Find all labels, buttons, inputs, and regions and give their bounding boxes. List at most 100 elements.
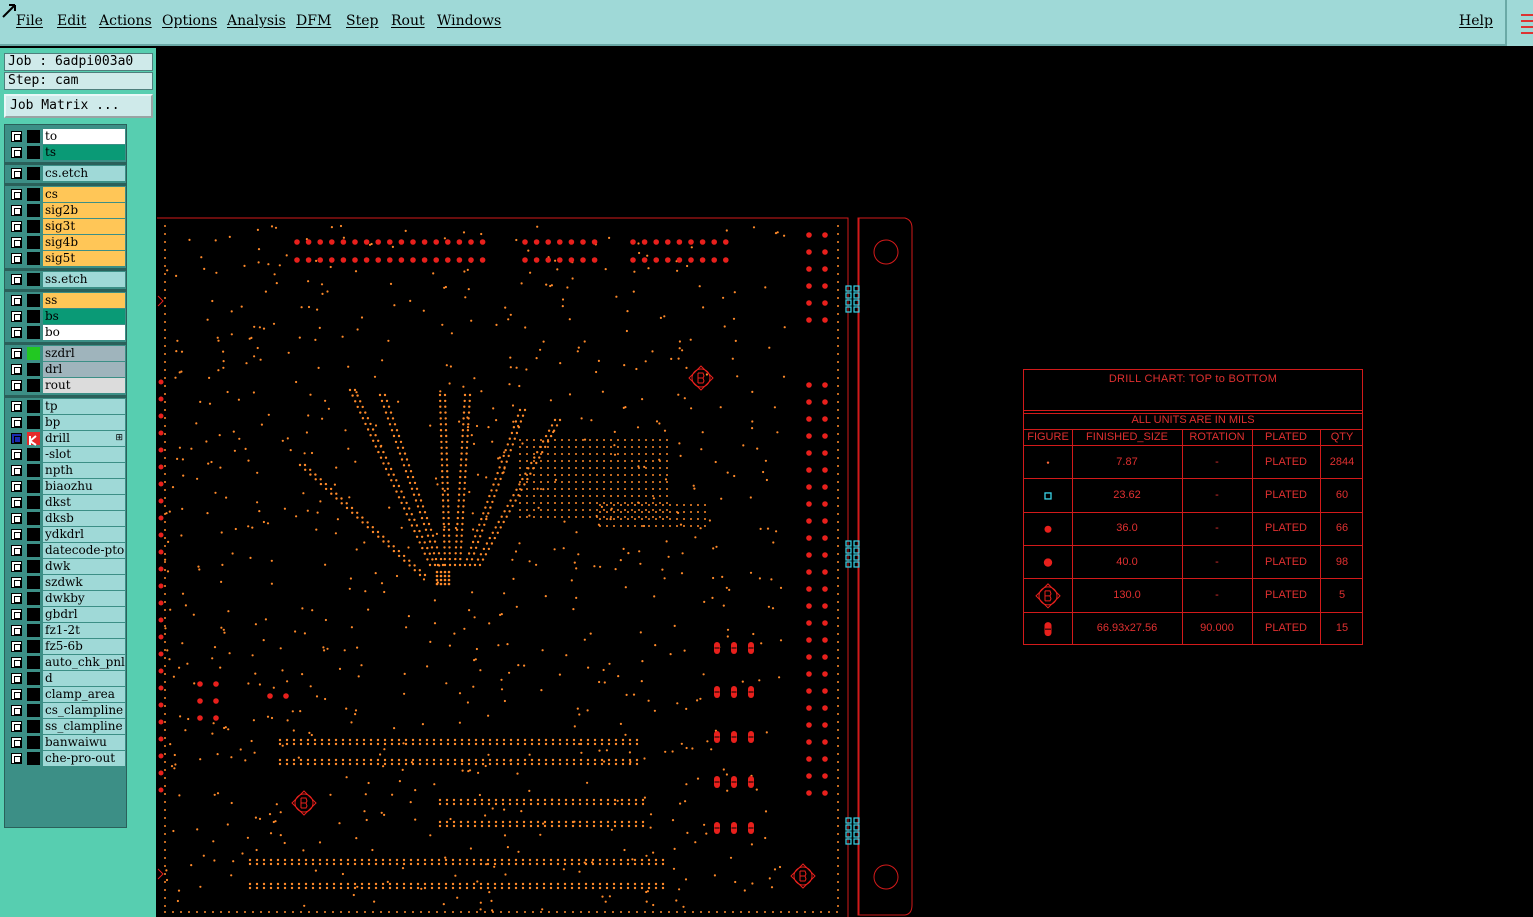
layer-row[interactable]: -slot	[7, 447, 126, 462]
layer-row[interactable]: ydkdrl	[7, 527, 126, 542]
menu-analysis[interactable]: Analysis	[227, 13, 286, 29]
layer-row[interactable]: sig2b	[7, 203, 126, 218]
layer-indicator[interactable]	[27, 752, 40, 765]
layer-indicator[interactable]	[27, 310, 40, 323]
layer-row[interactable]: ss_clampline	[7, 719, 126, 734]
layer-checkbox[interactable]	[11, 577, 22, 588]
layer-indicator[interactable]	[27, 640, 40, 653]
layer-indicator[interactable]	[27, 464, 40, 477]
layer-name[interactable]: fz5-6b	[43, 639, 125, 654]
layer-checkbox[interactable]	[11, 481, 22, 492]
layer-indicator[interactable]	[27, 560, 40, 573]
layer-checkbox[interactable]	[11, 417, 22, 428]
layer-indicator[interactable]	[27, 720, 40, 733]
layer-checkbox[interactable]	[11, 449, 22, 460]
layer-name[interactable]: tp	[43, 399, 125, 414]
layer-indicator[interactable]	[27, 294, 40, 307]
layer-row[interactable]: drl	[7, 362, 126, 377]
layer-name[interactable]: ts	[43, 145, 125, 160]
layer-checkbox[interactable]	[11, 205, 22, 216]
layer-indicator[interactable]	[27, 400, 40, 413]
layer-indicator[interactable]	[27, 624, 40, 637]
layer-name[interactable]: dwkby	[43, 591, 125, 606]
layer-name[interactable]: -slot	[43, 447, 125, 462]
layer-indicator[interactable]	[27, 672, 40, 685]
layer-checkbox[interactable]	[11, 189, 22, 200]
layer-indicator[interactable]	[27, 379, 40, 392]
menu-file[interactable]: File	[16, 13, 43, 29]
layer-name[interactable]: sig5t	[43, 251, 125, 266]
layer-checkbox[interactable]	[11, 561, 22, 572]
layer-row[interactable]: che-pro-out	[7, 751, 126, 766]
menu-options[interactable]: Options	[162, 13, 217, 29]
layer-row[interactable]: bs	[7, 309, 126, 324]
layer-name[interactable]: bo	[43, 325, 125, 340]
layer-checkbox[interactable]	[11, 311, 22, 322]
layer-indicator[interactable]	[27, 688, 40, 701]
layer-name[interactable]: d	[43, 671, 125, 686]
layer-row[interactable]: szdrl	[7, 346, 126, 361]
layer-row[interactable]: ss.etch	[7, 272, 126, 287]
layer-name[interactable]: szdwk	[43, 575, 125, 590]
layer-name[interactable]: ydkdrl	[43, 527, 125, 542]
layer-indicator[interactable]	[27, 273, 40, 286]
menu-help[interactable]: Help	[1459, 13, 1493, 29]
layer-row[interactable]: biaozhu	[7, 479, 126, 494]
layer-checkbox[interactable]	[11, 737, 22, 748]
layer-checkbox[interactable]	[11, 348, 22, 359]
layer-name[interactable]: rout	[43, 378, 125, 393]
layer-indicator[interactable]	[27, 448, 40, 461]
layer-name[interactable]: szdrl	[43, 346, 125, 361]
layer-indicator[interactable]	[27, 347, 40, 360]
layer-checkbox[interactable]	[11, 641, 22, 652]
layer-name[interactable]: cs.etch	[43, 166, 125, 181]
layer-name[interactable]: bp	[43, 415, 125, 430]
layer-row[interactable]: cs	[7, 187, 126, 202]
layer-checkbox[interactable]	[11, 465, 22, 476]
layer-name[interactable]: sig3t	[43, 219, 125, 234]
layer-indicator[interactable]	[27, 544, 40, 557]
layer-row[interactable]: cs_clampline	[7, 703, 126, 718]
layer-indicator[interactable]	[27, 130, 40, 143]
layer-row[interactable]: clamp_area	[7, 687, 126, 702]
layer-name[interactable]: npth	[43, 463, 125, 478]
menu-dfm[interactable]: DFM	[296, 13, 331, 29]
layer-indicator[interactable]	[27, 204, 40, 217]
layer-row[interactable]: bo	[7, 325, 126, 340]
layer-indicator[interactable]	[27, 188, 40, 201]
layer-name[interactable]: gbdrl	[43, 607, 125, 622]
layer-name[interactable]: ss_clampline	[43, 719, 125, 734]
layer-row[interactable]: dksb	[7, 511, 126, 526]
layer-row[interactable]: dkst	[7, 495, 126, 510]
menu-actions[interactable]: Actions	[99, 13, 152, 29]
layer-row[interactable]: sig3t	[7, 219, 126, 234]
layer-row[interactable]: banwaiwu	[7, 735, 126, 750]
layer-name[interactable]: sig2b	[43, 203, 125, 218]
layer-name[interactable]: che-pro-out	[43, 751, 125, 766]
layer-indicator[interactable]	[27, 736, 40, 749]
layer-name[interactable]: fz1-2t	[43, 623, 125, 638]
layer-checkbox[interactable]	[11, 295, 22, 306]
layer-row[interactable]: bp	[7, 415, 126, 430]
layer-checkbox[interactable]	[11, 237, 22, 248]
layer-row[interactable]: cs.etch	[7, 166, 126, 181]
layer-name[interactable]: auto_chk_pnl	[43, 655, 125, 670]
layer-indicator[interactable]	[27, 146, 40, 159]
layer-row[interactable]: fz1-2t	[7, 623, 126, 638]
layer-row[interactable]: to	[7, 129, 126, 144]
layer-row[interactable]: npth	[7, 463, 126, 478]
layer-checkbox[interactable]	[11, 327, 22, 338]
layer-name[interactable]: to	[43, 129, 125, 144]
layer-indicator[interactable]	[27, 528, 40, 541]
layer-checkbox[interactable]	[11, 705, 22, 716]
layer-checkbox[interactable]	[11, 147, 22, 158]
menu-step[interactable]: Step	[346, 13, 378, 29]
layer-name[interactable]: drl	[43, 362, 125, 377]
layer-row[interactable]: datecode-pto	[7, 543, 126, 558]
layer-checkbox[interactable]	[11, 274, 22, 285]
layer-row[interactable]: ss	[7, 293, 126, 308]
layer-checkbox[interactable]	[11, 221, 22, 232]
layer-checkbox[interactable]	[11, 625, 22, 636]
layer-name[interactable]: biaozhu	[43, 479, 125, 494]
layer-checkbox[interactable]	[11, 689, 22, 700]
